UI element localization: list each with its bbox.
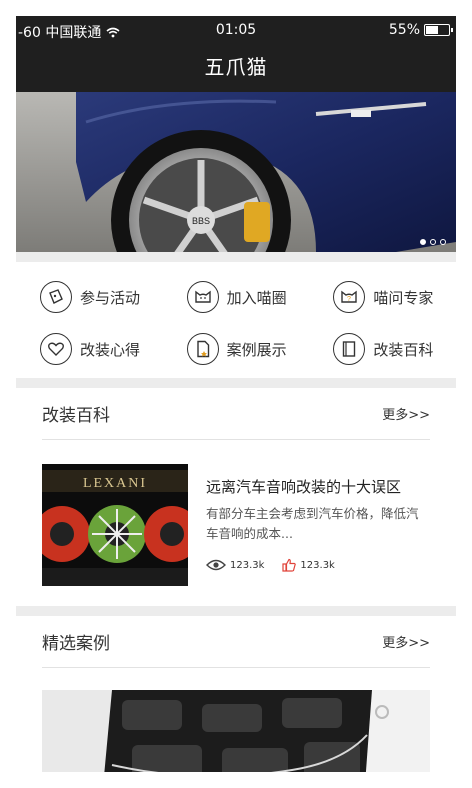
case-image[interactable]: [42, 690, 430, 772]
nav-bar: 五爪猫: [16, 44, 456, 92]
carousel-dot[interactable]: [440, 239, 446, 245]
likes-stat[interactable]: 123.3k: [282, 558, 335, 572]
quick-menu: 参与活动 加入喵圈 ? 喵问专家 改装心得 案例展示 改装百科: [16, 262, 456, 378]
article-title[interactable]: 远离汽车音响改装的十大误区: [206, 476, 430, 498]
section-divider: [16, 252, 456, 262]
carousel-dot[interactable]: [420, 239, 426, 245]
menu-label: 改装心得: [80, 340, 141, 359]
document-star-icon: [186, 333, 219, 365]
battery-icon: [424, 24, 453, 36]
book-icon: [333, 333, 366, 365]
status-bar: -60 中国联通 01:05 55%: [16, 16, 456, 44]
featured-cases-section: 精选案例 更多>>: [16, 616, 456, 772]
section-header: 精选案例 更多>>: [42, 616, 430, 668]
menu-label: 改装百科: [373, 340, 434, 359]
article-thumbnail: LEXANI: [42, 464, 188, 586]
eye-icon: [206, 559, 226, 571]
app-screen: -60 中国联通 01:05 55% 五爪猫 BBS 参与活动 加入喵圈 ? 喵…: [16, 16, 456, 772]
cat-icon: [186, 281, 219, 313]
battery-percent: 55%: [388, 22, 420, 38]
menu-label: 参与活动: [80, 288, 141, 307]
section-title: 精选案例: [42, 634, 110, 654]
battery-indicator: 55%: [388, 22, 453, 38]
banner-image: BBS: [16, 92, 456, 252]
carousel-dots[interactable]: [420, 239, 446, 245]
section-title: 改装百科: [42, 406, 110, 426]
svg-text:BBS: BBS: [192, 216, 210, 226]
svg-text:?: ?: [347, 296, 351, 303]
article-description: 有部分车主会考虑到汽车价格，降低汽车音响的成本...: [206, 506, 419, 541]
section-divider: [16, 378, 456, 388]
menu-label: 喵问专家: [373, 288, 434, 307]
menu-label: 案例展示: [226, 340, 287, 359]
banner-carousel[interactable]: BBS: [16, 92, 456, 252]
views-stat: 123.3k: [206, 559, 264, 571]
question-cat-icon: ?: [333, 281, 366, 313]
app-title: 五爪猫: [204, 55, 268, 79]
menu-ask-expert[interactable]: ? 喵问专家: [309, 274, 456, 320]
article-stats: 123.3k 123.3k: [206, 558, 430, 572]
menu-join-activity[interactable]: 参与活动: [16, 274, 163, 320]
menu-join-circle[interactable]: 加入喵圈: [163, 274, 310, 320]
menu-case-showcase[interactable]: 案例展示: [163, 326, 310, 372]
section-divider: [16, 606, 456, 616]
more-link[interactable]: 更多>>: [382, 632, 430, 651]
menu-mod-experience[interactable]: 改装心得: [16, 326, 163, 372]
article-body: 远离汽车音响改装的十大误区 有部分车主会考虑到汽车价格，降低汽车音响的成本...…: [206, 464, 430, 586]
menu-label: 加入喵圈: [226, 288, 287, 307]
carousel-dot[interactable]: [430, 239, 436, 245]
likes-count: 123.3k: [300, 559, 335, 571]
more-link[interactable]: 更多>>: [382, 404, 430, 423]
ticket-icon: [40, 281, 72, 313]
section-header: 改装百科 更多>>: [42, 388, 430, 440]
article-card[interactable]: LEXANI 远离汽车音响改装的十大误区 有部分车主会考虑到汽车价格，降低汽车音…: [16, 440, 456, 606]
encyclopedia-section: 改装百科 更多>> LEXANI 远离汽车音响改装的十大误区 有部分车主会考虑到…: [16, 388, 456, 606]
heart-icon: [40, 333, 72, 365]
menu-mod-encyclopedia[interactable]: 改装百科: [309, 326, 456, 372]
thumbnail-brand: LEXANI: [83, 476, 147, 491]
views-count: 123.3k: [230, 559, 265, 571]
thumbs-up-icon: [282, 558, 297, 572]
